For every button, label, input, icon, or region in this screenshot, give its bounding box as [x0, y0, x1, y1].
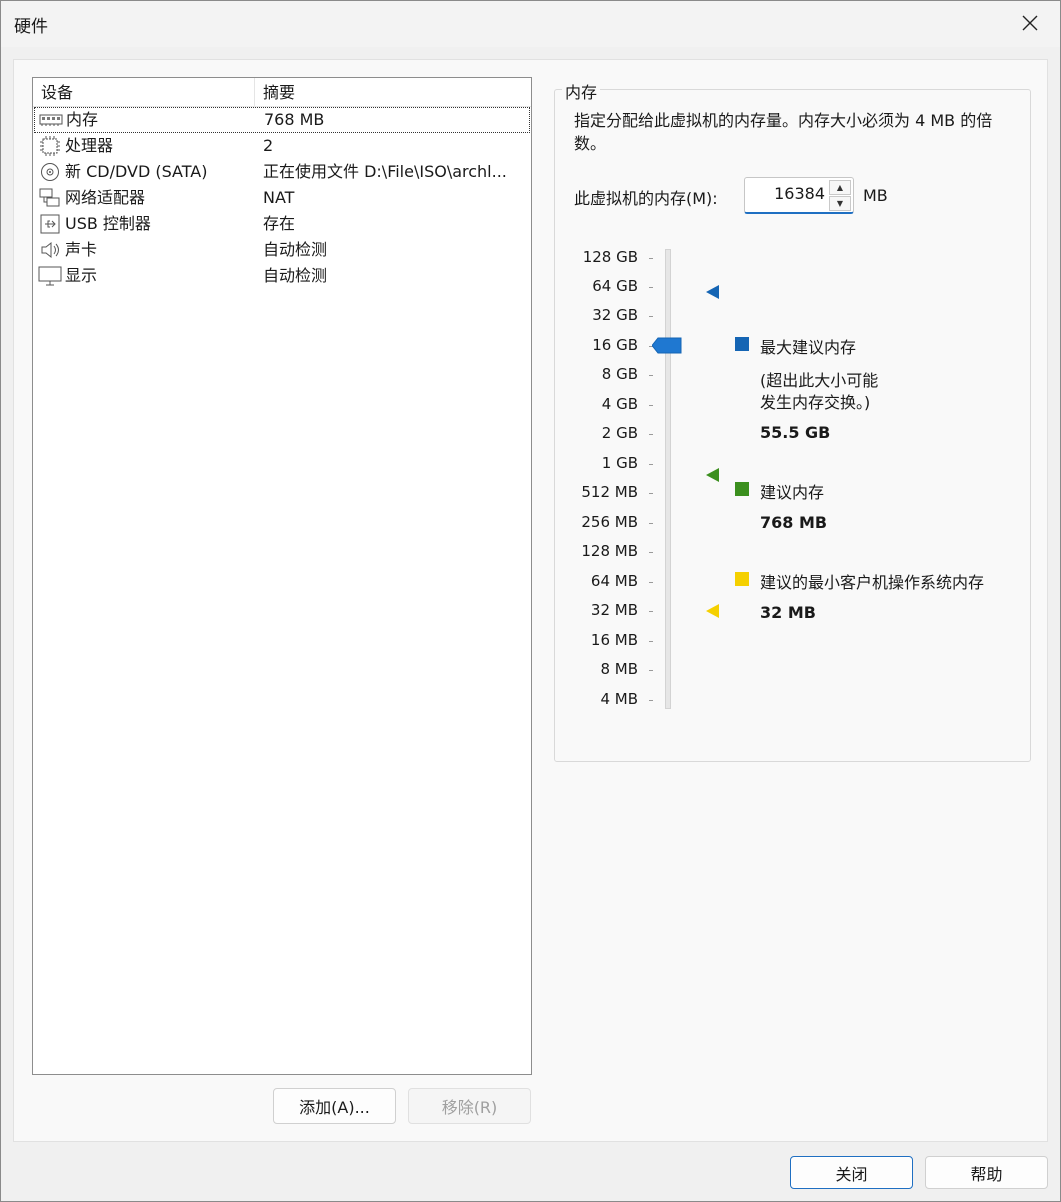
remove-button[interactable]: 移除(R) [408, 1088, 531, 1124]
scale-tick [649, 493, 653, 494]
scale-tick [649, 258, 653, 259]
recommended-legend-value: 768 MB [760, 513, 828, 532]
scale-tick [649, 434, 653, 435]
network-adapter-icon [38, 188, 62, 208]
scale-tick [649, 641, 653, 642]
memory-description: 指定分配给此虚拟机的内存量。内存大小必须为 4 MB 的倍数。 [574, 111, 993, 153]
device-summary: 存在 [263, 214, 296, 233]
device-name: USB 控制器 [65, 214, 151, 233]
scale-label: 128 MB [581, 542, 638, 560]
caret-up-icon: ▲ [836, 183, 844, 192]
device-row-usb-controller[interactable]: USB 控制器 存在 [33, 211, 531, 237]
scale-label: 16 MB [590, 631, 638, 649]
processor-icon [38, 136, 62, 156]
column-header-device[interactable]: 设备 [33, 78, 255, 106]
scale-tick [649, 552, 653, 553]
memory-group-title: 内存 [562, 79, 601, 103]
device-list[interactable]: 设备 摘要 内存 768 MB 处理器 2 新 CD/DVD (SATA) 正在… [32, 77, 532, 1075]
device-row-memory[interactable]: 内存 768 MB [34, 107, 530, 133]
scale-tick [649, 464, 653, 465]
memory-value-input[interactable]: 16384 [774, 184, 825, 203]
scale-tick [649, 375, 653, 376]
scale-tick [649, 405, 653, 406]
device-row-network-adapter[interactable]: 网络适配器 NAT [33, 185, 531, 211]
device-name: 网络适配器 [65, 188, 146, 207]
recommended-marker [706, 468, 719, 482]
cd-dvd-icon [38, 162, 62, 182]
usb-icon [38, 214, 62, 234]
max-legend-value: 55.5 GB [760, 423, 831, 442]
max-legend-note-line1: (超出此大小可能 [760, 371, 879, 390]
scale-tick [649, 582, 653, 583]
device-name: 声卡 [65, 240, 98, 259]
scale-label: 32 GB [592, 306, 638, 324]
memory-icon [39, 110, 63, 130]
scale-tick [649, 611, 653, 612]
device-summary: 2 [263, 136, 274, 155]
close-window-button[interactable] [1010, 5, 1050, 41]
sound-icon [38, 240, 62, 260]
column-header-summary[interactable]: 摘要 [263, 78, 295, 106]
scale-label: 16 GB [592, 336, 638, 354]
scale-label: 1 GB [601, 454, 638, 472]
scale-tick [649, 700, 653, 701]
scale-tick [649, 523, 653, 524]
device-name: 内存 [66, 110, 99, 129]
min-legend-swatch [735, 572, 749, 586]
hardware-dialog: 硬件 设备 摘要 内存 768 MB 处理器 2 新 CD/DVD (SATA)… [0, 0, 1061, 1202]
scale-label: 512 MB [581, 483, 638, 501]
memory-spinbox[interactable]: 16384 ▲ ▼ [744, 177, 854, 214]
scale-label: 32 MB [590, 601, 638, 619]
scale-label: 256 MB [581, 513, 638, 531]
max-legend-swatch [735, 337, 749, 351]
window-title: 硬件 [14, 17, 48, 37]
device-row-processor[interactable]: 处理器 2 [33, 133, 531, 159]
device-summary: 自动检测 [263, 266, 328, 285]
scale-label: 64 GB [592, 277, 638, 295]
scale-label: 4 MB [600, 690, 638, 708]
slider-track[interactable] [665, 249, 671, 709]
spin-up-button[interactable]: ▲ [829, 180, 851, 195]
device-summary: 正在使用文件 D:\File\ISO\archl... [263, 162, 507, 181]
add-button[interactable]: 添加(A)... [273, 1088, 396, 1124]
scale-tick [649, 287, 653, 288]
max-legend-label: 最大建议内存 [760, 338, 857, 357]
device-name: 处理器 [65, 136, 114, 155]
scale-label: 8 MB [600, 660, 638, 678]
device-name: 显示 [65, 266, 98, 285]
scale-label: 64 MB [590, 572, 638, 590]
scale-tick [649, 670, 653, 671]
memory-field-label: 此虚拟机的内存(M): [574, 189, 718, 208]
scale-tick [649, 316, 653, 317]
scale-label: 8 GB [601, 365, 638, 383]
device-row-cd-dvd[interactable]: 新 CD/DVD (SATA) 正在使用文件 D:\File\ISO\archl… [33, 159, 531, 185]
max-legend-note-line2: 发生内存交换。) [760, 393, 871, 412]
display-icon [38, 266, 62, 286]
scale-label: 4 GB [601, 395, 638, 413]
device-summary: NAT [263, 188, 295, 207]
recommended-legend-label: 建议内存 [760, 483, 825, 502]
min-recommended-marker [706, 604, 719, 618]
min-legend-label: 建议的最小客户机操作系统内存 [760, 573, 985, 592]
close-button[interactable]: 关闭 [790, 1156, 913, 1189]
list-header: 设备 摘要 [33, 78, 531, 107]
slider-thumb[interactable] [652, 337, 682, 354]
caret-down-icon: ▼ [836, 199, 844, 208]
device-row-sound-card[interactable]: 声卡 自动检测 [33, 237, 531, 263]
device-summary: 768 MB [264, 110, 325, 129]
device-name: 新 CD/DVD (SATA) [65, 162, 208, 181]
help-button[interactable]: 帮助 [925, 1156, 1048, 1189]
close-icon [1022, 15, 1038, 31]
device-summary: 自动检测 [263, 240, 328, 259]
spin-down-button[interactable]: ▼ [829, 196, 851, 211]
max-recommended-marker [706, 285, 719, 299]
scale-label: 128 GB [582, 248, 638, 266]
device-row-display[interactable]: 显示 自动检测 [33, 263, 531, 289]
recommended-legend-swatch [735, 482, 749, 496]
scale-label: 2 GB [601, 424, 638, 442]
memory-unit: MB [863, 186, 888, 205]
title-bar: 硬件 [1, 1, 1060, 47]
min-legend-value: 32 MB [760, 603, 816, 622]
